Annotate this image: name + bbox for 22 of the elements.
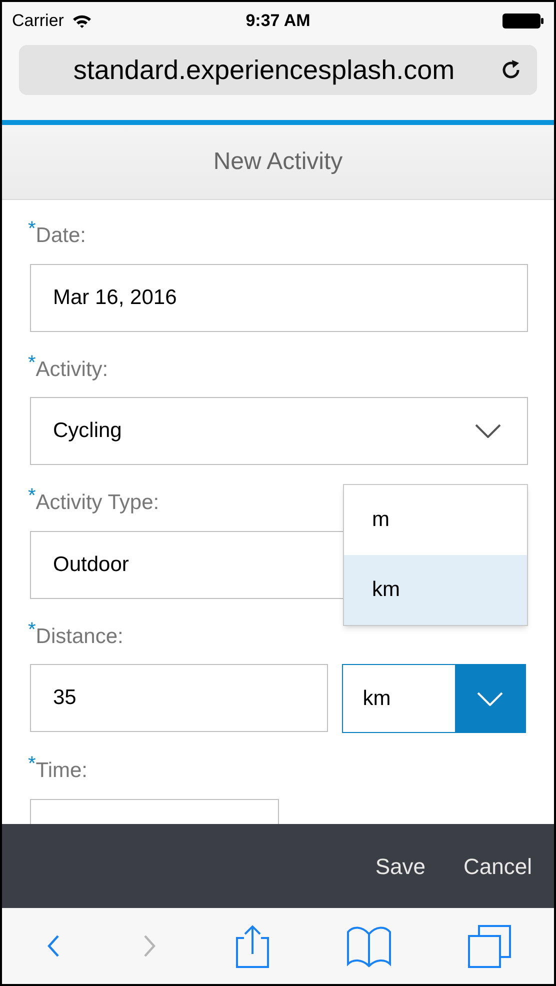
required-marker: * [28, 354, 36, 372]
required-marker: * [28, 755, 36, 773]
carrier-name: Carrier [12, 10, 64, 32]
field-label: Activity Type: [36, 490, 160, 516]
field-label: Time: [36, 758, 88, 784]
select-field[interactable]: Cycling [30, 397, 528, 465]
field-label: Date: [36, 223, 86, 249]
required-marker: * [28, 220, 36, 238]
dropdown-option[interactable]: m [344, 485, 527, 555]
address-bar[interactable]: standard.experiencesplash.com [19, 45, 537, 95]
field-label: Activity: [36, 356, 108, 382]
action-button[interactable]: Cancel [456, 844, 540, 888]
page-title: New Activity [213, 147, 343, 177]
unit-select[interactable]: km [342, 664, 526, 733]
input-field[interactable]: Mar 16, 2016 [30, 264, 528, 332]
dropdown-option[interactable]: km [344, 555, 527, 625]
required-marker: * [28, 487, 36, 505]
required-marker: * [28, 620, 36, 638]
action-button[interactable]: Save [367, 844, 434, 888]
input-field[interactable]: 35 [30, 664, 328, 732]
status-time: 9:37 AM [246, 11, 310, 30]
field-label: Distance: [36, 624, 124, 650]
